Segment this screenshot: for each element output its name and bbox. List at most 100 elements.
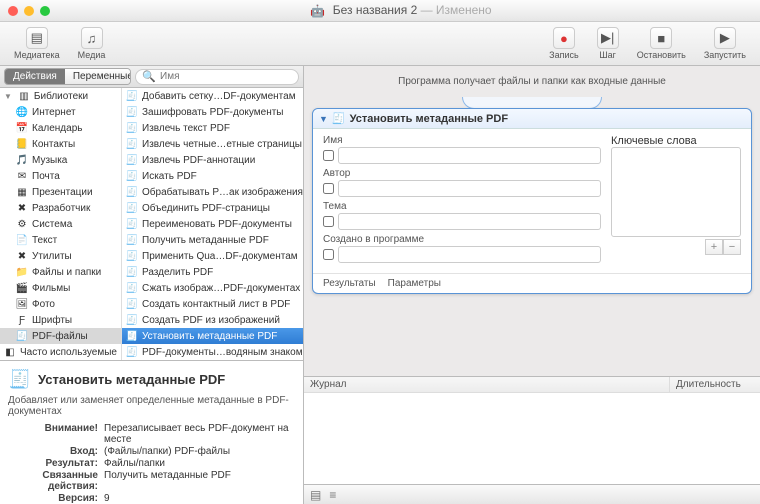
run-button[interactable]: ▶Запустить — [698, 25, 752, 62]
log-body — [304, 393, 760, 484]
subject-input[interactable] — [338, 213, 601, 230]
action-item-label: Извлечь текст PDF — [142, 123, 230, 134]
action-item[interactable]: 🧾PDF-документы…водяным знаком — [122, 344, 303, 360]
category-icon: ✉ — [16, 170, 28, 182]
library-button[interactable]: ▤Медиатека — [8, 25, 66, 62]
stop-icon: ■ — [650, 27, 672, 49]
tab-actions[interactable]: Действия — [5, 69, 65, 84]
workflow-action-card[interactable]: ▼ 🧾 Установить метаданные PDF Имя Автор … — [312, 108, 752, 294]
sidebar-item[interactable]: ⚙Система — [0, 216, 121, 232]
stop-button[interactable]: ■Остановить — [631, 25, 692, 62]
status-icon[interactable]: ▤ — [310, 488, 321, 502]
info-key: Связанные действия: — [8, 470, 104, 492]
action-list[interactable]: 🧾Добавить сетку…DF-документам🧾Зашифроват… — [122, 88, 303, 360]
library-label: Медиатека — [14, 50, 60, 60]
creator-checkbox[interactable] — [323, 249, 334, 260]
close-icon[interactable] — [8, 6, 18, 16]
sidebar-item[interactable]: ✖Разработчик — [0, 200, 121, 216]
sidebar-item[interactable]: 🧾PDF-файлы — [0, 328, 121, 344]
zoom-icon[interactable] — [40, 6, 50, 16]
sidebar-item[interactable]: 🖼Фото — [0, 296, 121, 312]
action-icon: 🧾 — [332, 112, 346, 125]
sidebar-item[interactable]: ✉Почта — [0, 168, 121, 184]
action-icon: 🧾 — [126, 170, 138, 182]
card-params-tab[interactable]: Параметры — [388, 278, 441, 289]
media-label: Медиа — [78, 50, 106, 60]
name-input[interactable] — [338, 147, 601, 164]
sidebar-item[interactable]: ƑШрифты — [0, 312, 121, 328]
keywords-box[interactable] — [611, 147, 741, 237]
action-item[interactable]: 🧾Создать PDF из изображений — [122, 312, 303, 328]
action-item[interactable]: 🧾Получить метаданные PDF — [122, 232, 303, 248]
log-col-journal[interactable]: Журнал — [304, 377, 670, 392]
category-icon: ▦ — [16, 186, 28, 198]
sidebar-item[interactable]: 📒Контакты — [0, 136, 121, 152]
workflow-canvas[interactable]: Программа получает файлы и папки как вхо… — [304, 66, 760, 376]
step-button[interactable]: ▶|Шаг — [591, 25, 625, 62]
media-button[interactable]: ♫Медиа — [72, 25, 112, 62]
record-button[interactable]: ●Запись — [543, 25, 585, 62]
action-item-label: Переименовать PDF-документы — [142, 219, 292, 230]
sidebar-item[interactable]: 📁Файлы и папки — [0, 264, 121, 280]
disclosure-icon[interactable]: ▼ — [319, 114, 328, 124]
action-item[interactable]: 🧾Извлечь PDF-аннотации — [122, 152, 303, 168]
sidebar-item[interactable]: 🌐Интернет — [0, 104, 121, 120]
sidebar-item[interactable]: 📄Текст — [0, 232, 121, 248]
keyword-add-button[interactable]: + — [705, 239, 723, 255]
sidebar-item-label: Утилиты — [32, 251, 72, 262]
search-input[interactable] — [160, 71, 292, 82]
action-item[interactable]: 🧾Установить метаданные PDF — [122, 328, 303, 344]
action-item[interactable]: 🧾Искать PDF — [122, 168, 303, 184]
library-root[interactable]: ▼▥Библиотеки — [0, 88, 121, 104]
card-results-tab[interactable]: Результаты — [323, 278, 376, 289]
action-item[interactable]: 🧾Добавить сетку…DF-документам — [122, 88, 303, 104]
sidebar-item[interactable]: ✖Утилиты — [0, 248, 121, 264]
category-icon: 🧾 — [16, 330, 28, 342]
creator-input[interactable] — [338, 246, 601, 263]
sidebar-item[interactable]: ▦Презентации — [0, 184, 121, 200]
category-icon: 📄 — [16, 234, 28, 246]
card-title: Установить метаданные PDF — [350, 113, 508, 125]
sidebar-item-label: Фото — [32, 299, 55, 310]
keyword-remove-button[interactable]: − — [723, 239, 741, 255]
field-label-subject: Тема — [323, 201, 601, 212]
author-input[interactable] — [338, 180, 601, 197]
library-categories[interactable]: ▼▥Библиотеки🌐Интернет📅Календарь📒Контакты… — [0, 88, 122, 360]
sidebar-item-label: Контакты — [32, 139, 75, 150]
sidebar-item[interactable]: ◧Часто используемые — [0, 344, 121, 360]
action-icon: 🧾 — [126, 186, 138, 198]
info-key: Вход: — [8, 446, 104, 457]
action-item[interactable]: 🧾Зашифровать PDF-документы — [122, 104, 303, 120]
action-item[interactable]: 🧾Обрабатывать P…ак изображения — [122, 184, 303, 200]
sidebar-item[interactable]: 🎵Музыка — [0, 152, 121, 168]
disclosure-icon[interactable]: ▼ — [4, 92, 12, 101]
minimize-icon[interactable] — [24, 6, 34, 16]
category-icon: ◧ — [4, 346, 16, 358]
action-item[interactable]: 🧾Объединить PDF-страницы — [122, 200, 303, 216]
status-icon-2[interactable]: ≡ — [329, 488, 336, 502]
action-item[interactable]: 🧾Разделить PDF — [122, 264, 303, 280]
category-icon: ⚙ — [16, 218, 28, 230]
search-field[interactable]: 🔍 — [135, 69, 299, 85]
sidebar-item[interactable]: 📅Календарь — [0, 120, 121, 136]
info-key: Версия: — [8, 493, 104, 504]
log-col-duration[interactable]: Длительность — [670, 377, 760, 392]
author-checkbox[interactable] — [323, 183, 334, 194]
action-item[interactable]: 🧾Сжать изображ…PDF-документах — [122, 280, 303, 296]
action-item[interactable]: 🧾Применить Qua…DF-документам — [122, 248, 303, 264]
action-icon: 🧾 — [126, 138, 138, 150]
info-value: (Файлы/папки) PDF-файлы — [104, 446, 295, 457]
action-item[interactable]: 🧾Извлечь четные…етные страницы — [122, 136, 303, 152]
name-checkbox[interactable] — [323, 150, 334, 161]
action-item[interactable]: 🧾Переименовать PDF-документы — [122, 216, 303, 232]
action-item[interactable]: 🧾Извлечь текст PDF — [122, 120, 303, 136]
info-value: 9 — [104, 493, 295, 504]
sidebar-item-label: Фильмы — [32, 283, 70, 294]
tab-variables[interactable]: Переменные — [65, 69, 131, 84]
action-item[interactable]: 🧾Создать контактный лист в PDF — [122, 296, 303, 312]
action-icon: 🧾 — [126, 202, 138, 214]
sidebar-item[interactable]: 🎬Фильмы — [0, 280, 121, 296]
action-item-label: Применить Qua…DF-документам — [142, 251, 298, 262]
toolbar: ▤Медиатека♫Медиа ●Запись▶|Шаг■Остановить… — [0, 22, 760, 66]
subject-checkbox[interactable] — [323, 216, 334, 227]
